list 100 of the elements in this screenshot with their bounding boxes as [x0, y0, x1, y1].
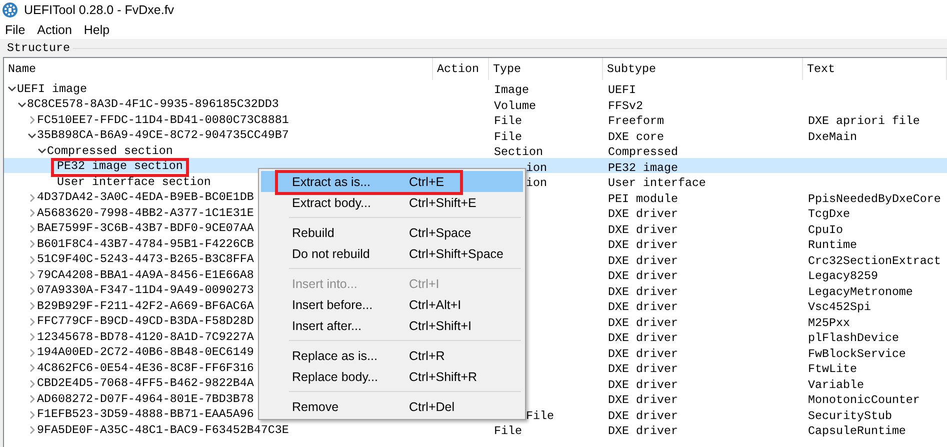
- chevron-right-icon[interactable]: [27, 363, 37, 374]
- table-cell-text: FFSv2: [607, 98, 643, 112]
- node-name[interactable]: 07A9330A-F347-11D4-9A49-0090273: [37, 283, 254, 298]
- table-cell-text: Crc32SectionExtract: [807, 254, 941, 268]
- table-cell-text: Compressed: [607, 145, 678, 159]
- table-cell-text: File: [493, 424, 522, 438]
- table-cell-text: PE32 image: [607, 160, 678, 174]
- table-cell-text: M25Pxx: [807, 316, 850, 330]
- node-name[interactable]: UEFI image: [17, 82, 87, 97]
- node-name[interactable]: CBD2E4D5-7068-4FF5-B462-9822B4A: [37, 376, 254, 392]
- chevron-right-icon[interactable]: [27, 224, 37, 234]
- menu-item[interactable]: Extract body... Ctrl+Shift+E: [261, 192, 523, 213]
- table-cell-text: File: [493, 130, 522, 144]
- table-cell-text: CpuIo: [807, 222, 843, 236]
- table-cell-text: Variable: [807, 378, 864, 392]
- menu-item[interactable]: Extract as is... Ctrl+E: [261, 171, 523, 192]
- column-header[interactable]: Name: [4, 58, 433, 80]
- node-name[interactable]: 12345678-BD78-4120-8A1D-7C9227A: [37, 330, 254, 345]
- table-cell-text: ion: [525, 160, 547, 174]
- window-title: UEFITool 0.28.0 - FvDxe.fv: [24, 3, 174, 17]
- table-cell-text: Volume: [493, 98, 536, 112]
- node-name[interactable]: BAE7599F-3C6B-43B7-BDF0-9CE07AA: [37, 221, 254, 236]
- chevron-down-icon[interactable]: [27, 130, 37, 141]
- table-cell-text: FtwLite: [807, 362, 857, 376]
- table-cell-text: Image: [493, 83, 529, 97]
- table-cell-text: DxeMain: [807, 130, 857, 144]
- table-cell-text: DXE driver: [607, 269, 678, 283]
- table-cell-text: DXE driver: [607, 331, 678, 345]
- column-header[interactable]: Action: [433, 58, 489, 80]
- column-header[interactable]: Text: [803, 58, 947, 80]
- table-cell-text: DXE driver: [607, 362, 678, 376]
- chevron-right-icon[interactable]: [27, 316, 37, 327]
- table-cell-text: DXE apriori file: [807, 114, 920, 128]
- table-cell-text: UEFI: [607, 83, 636, 97]
- menu-item[interactable]: Remove Ctrl+Del: [261, 396, 523, 417]
- node-name[interactable]: Compressed section: [47, 144, 173, 159]
- node-name[interactable]: A5683620-7998-4BB2-A377-1C1E31E: [37, 206, 254, 221]
- node-name[interactable]: B29B929F-F211-42F2-A669-BF6AC6A: [37, 298, 254, 314]
- table-cell-text: DXE driver: [607, 346, 678, 360]
- chevron-right-icon[interactable]: [27, 378, 37, 389]
- table-cell-text: SecurityStub: [807, 408, 892, 422]
- node-name[interactable]: FC510EE7-FFDC-11D4-BD41-0080C73C8881: [37, 112, 289, 128]
- menu-item[interactable]: File: [0, 22, 32, 36]
- node-name[interactable]: 8C8CE578-8A3D-4F1C-9935-896185C32DD3: [27, 97, 279, 112]
- node-name[interactable]: User interface section: [57, 174, 211, 190]
- chevron-right-icon[interactable]: [27, 254, 37, 265]
- chevron-right-icon[interactable]: [27, 332, 37, 342]
- table-cell-text: TcgDxe: [807, 207, 850, 221]
- chevron-down-icon[interactable]: [17, 100, 27, 110]
- table-cell-text: DXE driver: [607, 207, 678, 221]
- table-cell-text: PEI module: [607, 192, 678, 206]
- chevron-right-icon[interactable]: [27, 410, 37, 420]
- table-cell-text: MonotonicCounter: [807, 393, 920, 407]
- menu-item[interactable]: Rebuild Ctrl+Space: [261, 222, 523, 243]
- chevron-right-icon[interactable]: [27, 270, 37, 280]
- chevron-right-icon[interactable]: [27, 394, 37, 404]
- node-name[interactable]: FFC779CF-B9CD-49CD-B3DA-F58D28D: [37, 314, 254, 330]
- chevron-right-icon[interactable]: [27, 301, 37, 312]
- chevron-right-icon[interactable]: [27, 348, 37, 358]
- table-cell-text: Runtime: [807, 238, 857, 252]
- table-cell-text: ion: [525, 176, 547, 190]
- table-cell-text: Freeform: [607, 114, 664, 128]
- node-name[interactable]: 51C9F40C-5243-4473-B265-B3C8FFA: [37, 252, 254, 268]
- node-name[interactable]: PE32 image section: [57, 159, 183, 174]
- menu-item[interactable]: Help: [78, 22, 117, 36]
- chevron-right-icon[interactable]: [27, 208, 37, 218]
- node-name[interactable]: B601F8C4-43B7-4784-95B1-F4226CB: [37, 236, 254, 252]
- chevron-right-icon[interactable]: [27, 425, 37, 436]
- menu-item[interactable]: Insert before... Ctrl+Alt+I: [261, 294, 523, 315]
- table-cell-text: File: [525, 408, 554, 422]
- table-cell-text: DXE driver: [607, 284, 678, 298]
- menu-item[interactable]: Replace as is... Ctrl+R: [261, 345, 523, 366]
- node-name[interactable]: 4C862FC6-0E54-4E36-8C8F-FF6F316: [37, 360, 254, 376]
- node-name[interactable]: 35B898CA-B6A9-49CE-8C72-904735CC49B7: [37, 128, 289, 144]
- table-cell-text: DXE driver: [607, 238, 678, 252]
- table-cell-text: LegacyMetronome: [807, 284, 913, 298]
- menu-item[interactable]: Replace body... Ctrl+Shift+R: [261, 366, 523, 387]
- table-cell-text: DXE driver: [607, 378, 678, 392]
- table-cell-text: DXE driver: [607, 393, 678, 407]
- node-name[interactable]: 9FA5DE0F-A35C-48C1-BAC9-F63452B47C3E: [37, 422, 289, 438]
- node-name[interactable]: 194A00ED-2C72-40B6-8B48-0EC6149: [37, 345, 254, 360]
- column-header[interactable]: Subtype: [603, 58, 803, 80]
- table-cell-text: DXE driver: [607, 424, 678, 438]
- chevron-right-icon[interactable]: [27, 192, 37, 203]
- table-cell-text: DXE driver: [607, 300, 678, 314]
- group-title: Structure: [6, 41, 71, 55]
- column-header[interactable]: Type: [489, 58, 603, 80]
- table-cell-text: DXE core: [607, 130, 664, 144]
- menu-item[interactable]: Action: [32, 22, 79, 36]
- chevron-right-icon[interactable]: [27, 286, 37, 296]
- table-cell-text: plFlashDevice: [807, 331, 899, 345]
- chevron-right-icon[interactable]: [27, 115, 37, 126]
- menu-item[interactable]: Do not rebuild Ctrl+Shift+Space: [261, 243, 523, 264]
- menu-item[interactable]: Insert after... Ctrl+Shift+I: [261, 315, 523, 336]
- table-cell-text: PpisNeededByDxeCore: [807, 192, 941, 206]
- chevron-right-icon[interactable]: [27, 239, 37, 250]
- node-name[interactable]: AD608272-D07F-4964-801E-7BD3B78: [37, 392, 254, 407]
- node-name[interactable]: 4D37DA42-3A0C-4EDA-B9EB-BC0E1DB: [37, 190, 254, 206]
- node-name[interactable]: F1EFB523-3D59-4888-BB71-EAA5A96: [37, 407, 254, 422]
- node-name[interactable]: 79CA4208-BBA1-4A9A-8456-E1E66A8: [37, 268, 254, 283]
